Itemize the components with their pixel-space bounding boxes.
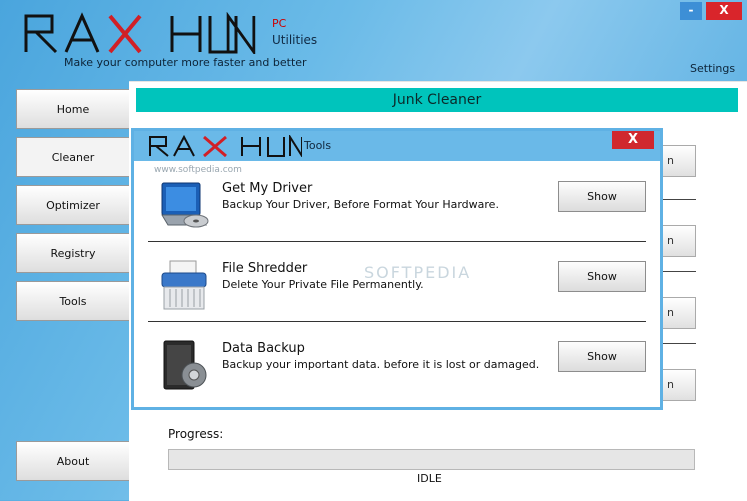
divider xyxy=(148,241,646,242)
divider xyxy=(660,199,696,200)
dialog-close-button[interactable]: X xyxy=(612,131,654,149)
nav-about-button[interactable]: About xyxy=(16,441,130,481)
nav-optimizer-button[interactable]: Optimizer xyxy=(16,185,130,225)
tool-row: Get My Driver Backup Your Driver, Before… xyxy=(148,171,648,241)
tool-description: Backup your important data. before it is… xyxy=(222,358,540,371)
nav-tools-button[interactable]: Tools xyxy=(16,281,130,321)
close-button[interactable]: X xyxy=(706,2,742,20)
dialog-header: Tools X xyxy=(134,131,660,161)
progress-bar xyxy=(168,449,695,470)
brand-utilities: Utilities xyxy=(272,33,318,47)
shredder-icon xyxy=(161,260,207,310)
status-text: IDLE xyxy=(417,472,442,485)
raxhun-logo xyxy=(24,12,256,54)
minimize-button[interactable]: - xyxy=(680,2,702,20)
nav-home-button[interactable]: Home xyxy=(16,89,130,129)
background-action-button[interactable]: n xyxy=(660,369,696,401)
background-action-button[interactable]: n xyxy=(660,145,696,177)
nav-registry-button[interactable]: Registry xyxy=(16,233,130,273)
tagline: Make your computer more faster and bette… xyxy=(64,56,307,69)
divider xyxy=(660,271,696,272)
tool-description: Delete Your Private File Permanently. xyxy=(222,278,424,291)
divider xyxy=(660,343,696,344)
brand-pc: PC xyxy=(272,17,287,30)
tool-title: Data Backup xyxy=(222,341,305,356)
dialog-title: Tools xyxy=(304,139,332,152)
background-action-button[interactable]: n xyxy=(660,225,696,257)
show-shredder-button[interactable]: Show xyxy=(558,261,646,292)
show-driver-button[interactable]: Show xyxy=(558,181,646,212)
tool-title: Get My Driver xyxy=(222,181,313,196)
tool-row: File Shredder Delete Your Private File P… xyxy=(148,251,648,321)
progress-label: Progress: xyxy=(168,427,224,441)
raxhun-logo xyxy=(149,135,302,157)
settings-link[interactable]: Settings xyxy=(690,62,735,75)
backup-icon xyxy=(163,340,207,390)
tool-row: Data Backup Backup your important data. … xyxy=(148,331,648,401)
show-backup-button[interactable]: Show xyxy=(558,341,646,372)
driver-icon xyxy=(161,182,209,228)
page-title: Junk Cleaner xyxy=(136,88,738,112)
brand-subtitle: PC Utilities xyxy=(272,16,317,48)
tools-dialog: Tools X SOFTPEDIA www.softpedia.com Get … xyxy=(131,128,663,410)
nav-cleaner-button[interactable]: Cleaner xyxy=(16,137,130,177)
background-action-button[interactable]: n xyxy=(660,297,696,329)
tool-title: File Shredder xyxy=(222,261,308,276)
tool-description: Backup Your Driver, Before Format Your H… xyxy=(222,198,499,211)
divider xyxy=(148,321,646,322)
